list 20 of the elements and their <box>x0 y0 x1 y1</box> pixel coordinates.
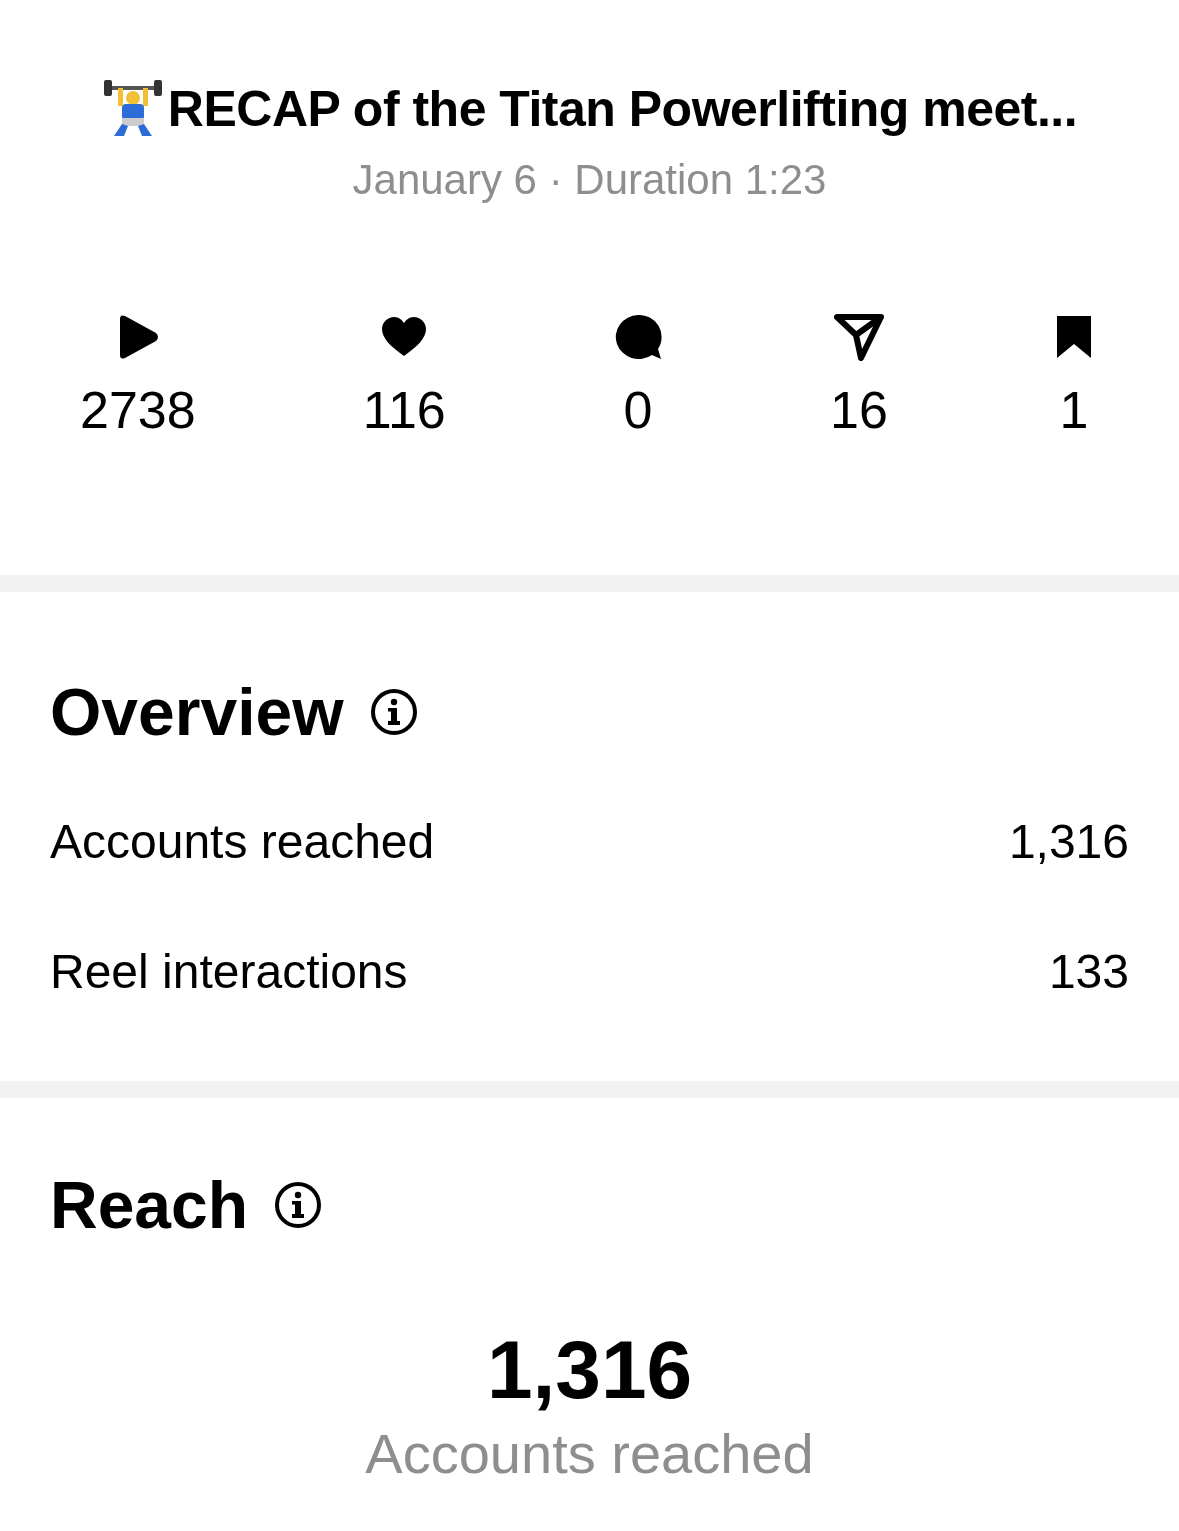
section-heading: Overview <box>50 674 344 750</box>
metric-label: Reel interactions <box>50 943 408 999</box>
paper-plane-icon <box>833 313 884 361</box>
stat-count: 1 <box>1059 380 1089 440</box>
metric-label: Accounts reached <box>50 813 435 869</box>
stat-count: 0 <box>623 380 653 440</box>
info-icon[interactable] <box>369 688 418 736</box>
post-title: RECAP of the Titan Powerlifting meet... <box>167 80 1078 138</box>
reach-caption: Accounts reached <box>365 1421 814 1486</box>
stat-count: 116 <box>362 380 446 440</box>
stat-count: 16 <box>830 380 888 440</box>
stat-count: 2738 <box>80 380 196 440</box>
metric-value: 1,316 <box>1008 813 1129 869</box>
section-heading: Reach <box>50 1167 249 1243</box>
heart-icon <box>380 316 429 358</box>
info-icon[interactable] <box>274 1181 323 1229</box>
reach-total: 1,316 <box>486 1323 693 1417</box>
bookmark-icon <box>1055 314 1093 360</box>
post-date-duration: January 6 · Duration 1:23 <box>352 156 827 204</box>
metric-value: 133 <box>1048 943 1129 999</box>
